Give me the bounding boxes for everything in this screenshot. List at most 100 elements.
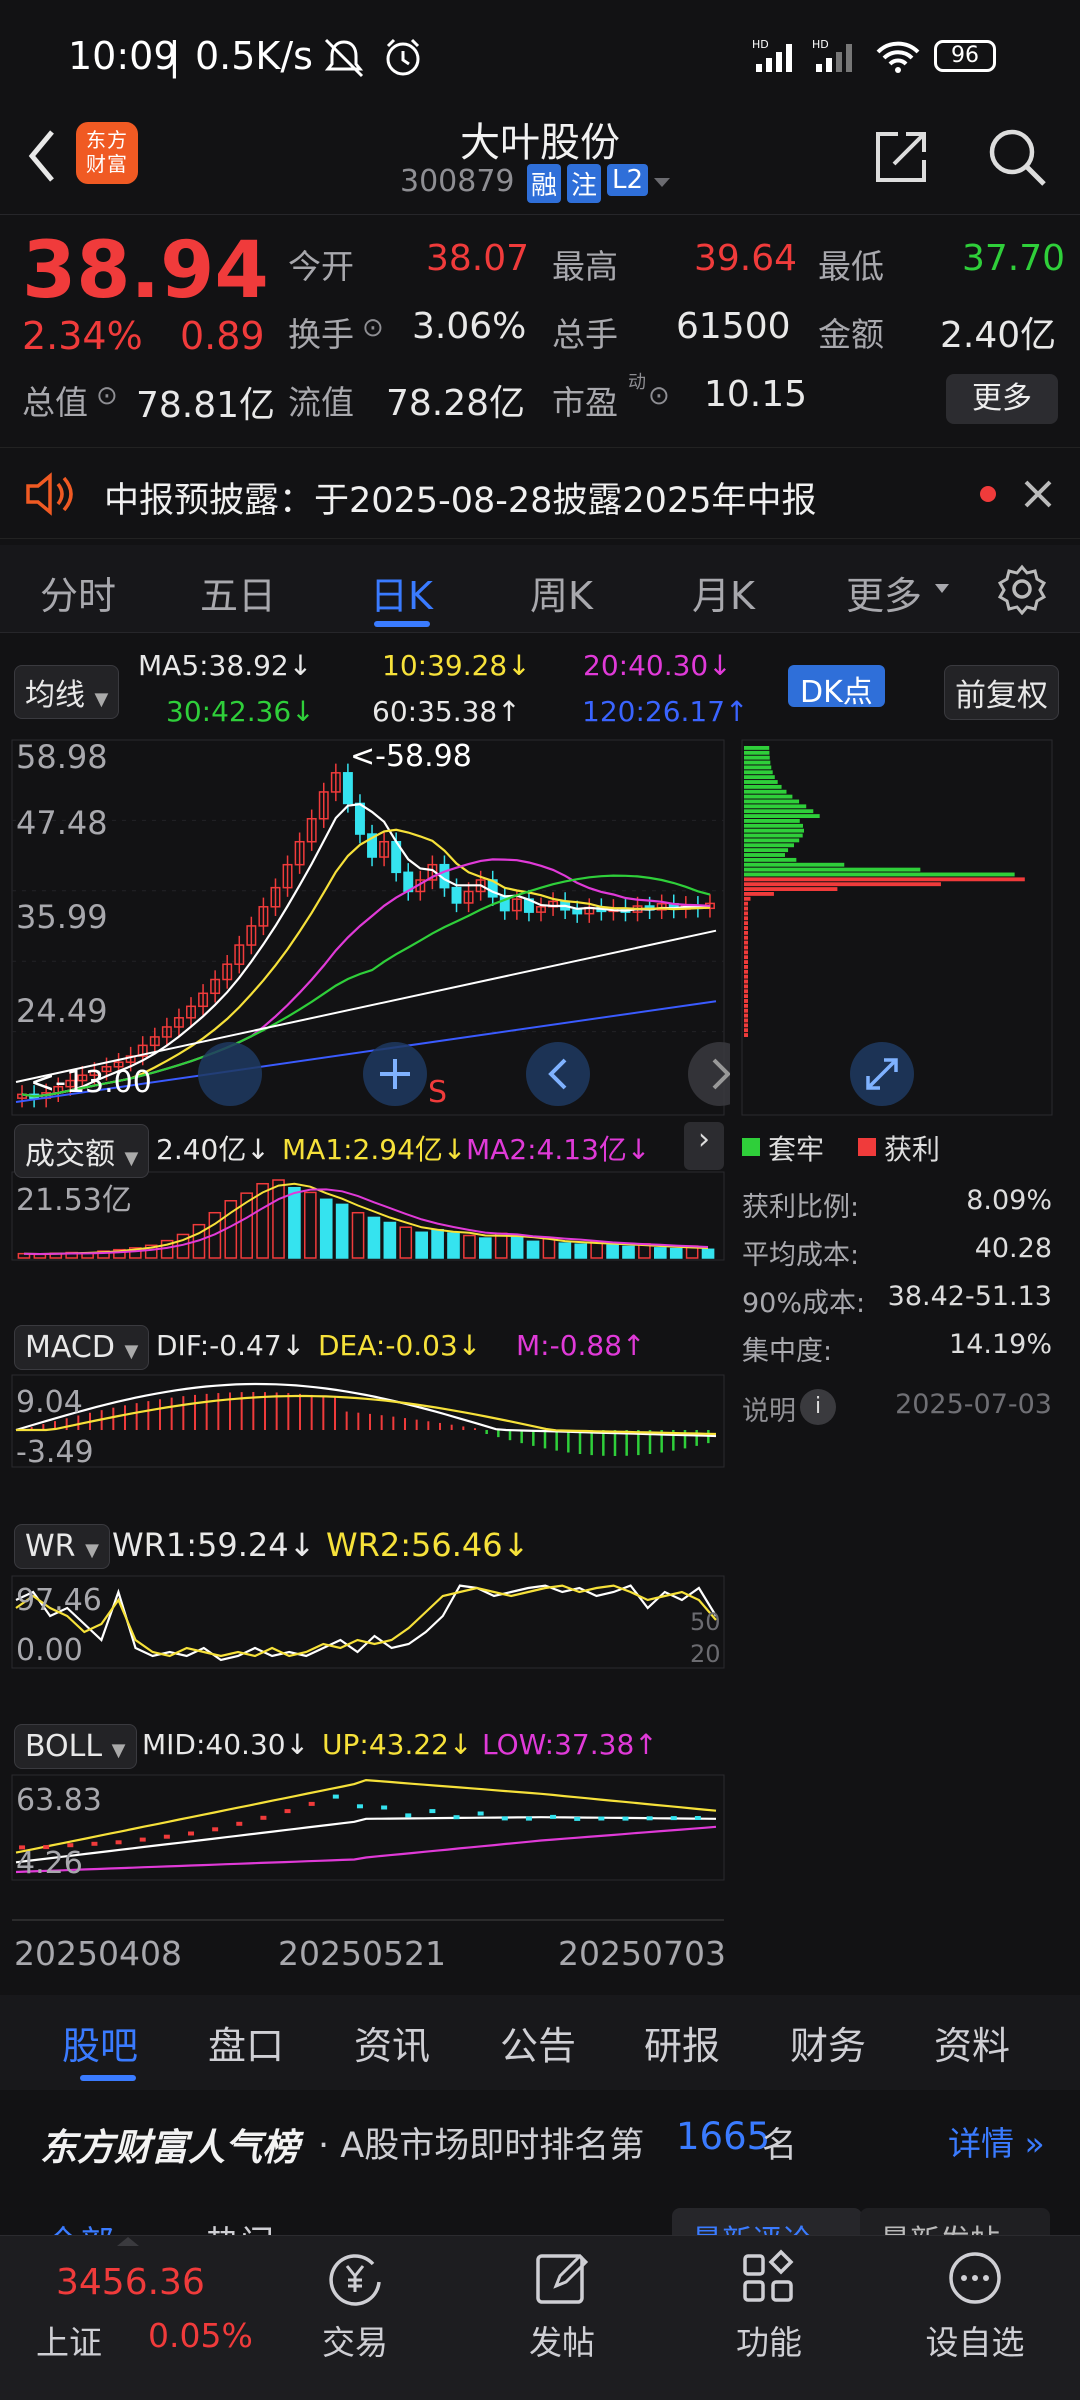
ma60-line [15,929,717,1083]
macd-frame [11,1374,725,1468]
chip-row-value: 38.42-51.13 [887,1281,1052,1312]
info-icon[interactable]: ⊙ [96,381,118,411]
float-value: 78.28亿 [386,383,526,424]
info-icon[interactable]: ⊙ [648,381,670,411]
scroll-right-button[interactable] [688,1042,730,1106]
chip-date: 2025-07-03 [895,1389,1052,1420]
info-icon[interactable]: ⊙ [362,313,384,343]
macd-m: M:-0.88↑ [516,1329,646,1362]
tab-profile[interactable]: 资料 [934,2015,1010,2070]
volume-ma1-text: MA1:2.94亿 [282,1133,443,1166]
caret-down-icon: ▼ [94,689,109,710]
nav-trade[interactable]: 交易 [280,2246,430,2364]
candle-body [572,909,583,915]
index-ticker[interactable]: 3456.36 上证 0.05% [0,2236,260,2400]
boll-mid: MID:40.30↓ [142,1728,310,1761]
chip-expand-button[interactable] [850,1042,914,1106]
nav-watchlist-settings[interactable]: 设自选 [900,2246,1050,2364]
mktcap-label: 总值 [22,383,88,422]
settings-gear-icon[interactable] [996,563,1048,615]
turnover-value: 3.06% [412,306,527,347]
chip-bar [744,780,778,784]
tab-announcements[interactable]: 公告 [500,2015,576,2070]
zoom-out-button[interactable] [198,1042,262,1106]
tab-research[interactable]: 研报 [644,2015,720,2070]
chip-bar [744,935,748,940]
chip-bar [744,887,838,891]
turnover-label: 换手 [288,315,354,354]
tab-more[interactable]: 更多 [846,565,922,620]
chip-bar [744,1018,748,1023]
tab-monthly-k[interactable]: 月K [692,565,755,620]
tab-news[interactable]: 资讯 [354,2015,430,2070]
volume-bar [319,1198,333,1259]
wr-selector[interactable]: WR ▼ [14,1524,110,1569]
chip-bar [744,833,803,838]
tab-orderbook[interactable]: 盘口 [208,2015,284,2070]
caret-down-icon [935,584,949,593]
boll-candle [236,1821,243,1826]
ma-selector-label: 均线 [25,678,85,713]
nav-functions[interactable]: 功能 [694,2246,844,2364]
adjust-button[interactable]: 前复权 [944,665,1059,720]
nav-post[interactable]: 发帖 [487,2246,637,2364]
macd-dea-text: DEA:-0.03 [318,1329,458,1362]
boll-selector[interactable]: BOLL ▼ [14,1724,137,1769]
popularity-rank[interactable]: 东方财富人气榜 · A股市场即时排名第 1665 名 详情 » [0,2095,1080,2185]
tab-forum[interactable]: 股吧 [62,2015,138,2070]
boll-low: LOW:37.38↑ [482,1728,658,1761]
dk-point-button[interactable]: DK点 [788,665,885,710]
wr-selector-label: WR [25,1529,76,1564]
svg-text:HD: HD [752,38,769,51]
x-axis-label-mid: 20250521 [278,1934,446,1973]
chip-row-value: 8.09% [966,1185,1052,1216]
float-label: 流值 [288,383,354,422]
status-divider: | [168,34,181,78]
candle-body [451,886,462,904]
chip-bar [744,799,800,804]
chip-bar [744,789,787,794]
zoom-in-button[interactable] [363,1042,427,1106]
tab-financials[interactable]: 财务 [790,2015,866,2070]
chip-bar [744,999,748,1003]
expand-panel-button[interactable]: › [684,1122,724,1170]
chip-bar [744,950,748,955]
tab-intraday[interactable]: 分时 [40,565,116,620]
chip-distribution-chart[interactable] [740,738,1056,1118]
rank-detail-link[interactable]: 详情 » [948,2117,1045,2165]
chip-bar [744,823,803,828]
notice-bar[interactable]: 中报预披露：于2025-08-28披露2025年中报 [0,447,1080,539]
tab-daily-k[interactable]: 日K [370,565,433,620]
volume-bar [288,1186,301,1259]
boll-candle [670,1816,677,1821]
ma-selector[interactable]: 均线 ▼ [14,665,120,719]
chip-row-label: 获利比例: [742,1192,860,1223]
more-button[interactable]: 更多 [946,374,1058,424]
stock-code: 300879 [400,164,515,199]
macd-selector[interactable]: MACD ▼ [14,1325,150,1370]
pe-value: 10.15 [704,374,808,415]
boll-candle [212,1827,219,1832]
kline-ytick-1: 58.98 [16,738,108,776]
tab-five-day[interactable]: 五日 [200,565,276,620]
chip-bar [744,862,845,867]
tab-weekly-k[interactable]: 周K [530,565,593,620]
macd-dif-text: DIF:-0.47 [156,1329,282,1362]
boll-ytick-2: 4.26 [16,1846,83,1881]
volume-selector[interactable]: 成交额 ▼ [14,1124,150,1178]
chip-bar [744,916,748,921]
macd-m-text: M:-0.88 [516,1329,623,1362]
close-icon[interactable] [1022,478,1054,510]
boll-candle [332,1794,339,1799]
caret-down-icon: ▼ [85,1540,99,1561]
share-icon[interactable] [872,126,932,186]
chevron-down-icon[interactable] [652,176,672,190]
badge-l2: L2 [607,164,649,196]
change-amount: 0.89 [180,314,265,358]
info-icon[interactable]: i [800,1389,836,1425]
chip-stats: 获利比例: 8.09% 平均成本: 40.28 90%成本: 38.42-51.13 … [742,1185,1052,1437]
chip-bar [744,989,748,994]
search-icon[interactable] [984,124,1050,190]
rank-detail-text: 详情 [948,2124,1014,2163]
scroll-left-button[interactable] [526,1042,590,1106]
